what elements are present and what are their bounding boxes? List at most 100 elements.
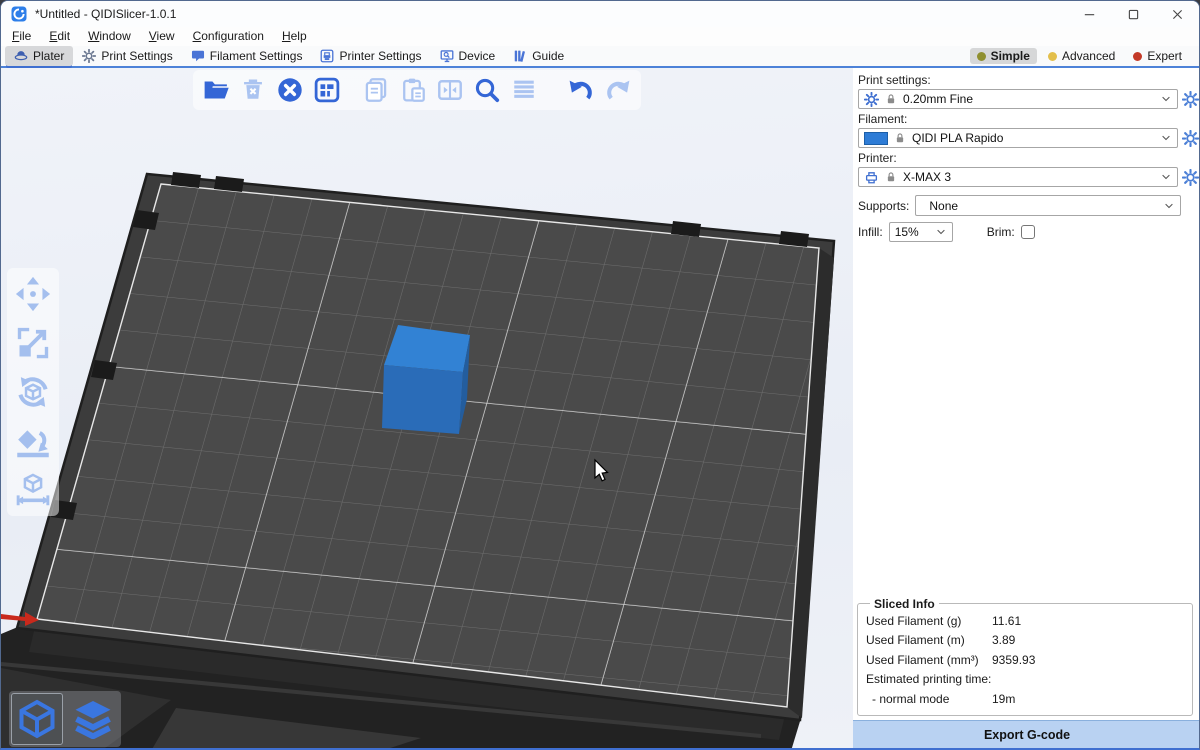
chevron-down-icon	[1160, 132, 1172, 144]
close-button[interactable]	[1155, 1, 1199, 27]
gear-icon	[82, 49, 96, 63]
menu-help[interactable]: Help	[273, 27, 316, 46]
printer-edit-button[interactable]	[1182, 169, 1199, 186]
qidislicer-window: *Untitled - QIDISlicer-1.0.1 File Edit W…	[0, 0, 1200, 750]
supports-select[interactable]: None	[915, 195, 1181, 216]
delete-all-button[interactable]	[276, 76, 304, 104]
printer-select[interactable]: X-MAX 3	[858, 167, 1178, 187]
print-settings-edit-button[interactable]	[1182, 91, 1199, 108]
brim-checkbox[interactable]	[1021, 225, 1035, 239]
rotate-gizmo-button[interactable]	[15, 374, 51, 410]
info-value: 19m	[992, 690, 1015, 710]
search-button[interactable]	[473, 76, 501, 104]
mode-advanced[interactable]: Advanced	[1041, 48, 1122, 64]
tab-label: Plater	[33, 49, 64, 63]
arrange-button[interactable]	[313, 76, 341, 104]
tab-device[interactable]: Device	[431, 46, 505, 66]
info-label: - normal mode	[866, 690, 992, 710]
chevron-down-icon	[1160, 93, 1172, 105]
folder-open-icon	[203, 77, 229, 103]
tab-label: Guide	[532, 49, 564, 63]
model-cube[interactable]	[382, 325, 470, 434]
tab-print-settings[interactable]: Print Settings	[73, 46, 181, 66]
open-button[interactable]	[202, 76, 230, 104]
maximize-icon	[1126, 7, 1141, 22]
gear-icon	[1182, 91, 1199, 108]
info-label: Used Filament (g)	[866, 612, 992, 632]
trash-icon	[240, 77, 266, 103]
preview-view-button[interactable]	[67, 693, 119, 745]
info-row: - normal mode 19m	[866, 690, 1184, 710]
lock-icon	[885, 171, 897, 183]
sliced-info-panel: Sliced Info Used Filament (g) 11.61 Used…	[857, 597, 1193, 717]
menu-configuration[interactable]: Configuration	[184, 27, 273, 46]
tab-label: Device	[459, 49, 496, 63]
print-settings-select[interactable]: 0.20mm Fine	[858, 89, 1178, 109]
info-value: 3.89	[992, 631, 1015, 651]
filament-value: QIDI PLA Rapido	[912, 131, 1003, 145]
paste-button[interactable]	[399, 76, 427, 104]
menu-file[interactable]: File	[3, 27, 40, 46]
lock-icon	[885, 93, 897, 105]
app-logo-icon	[11, 6, 27, 22]
info-value: 9359.93	[992, 651, 1035, 671]
scale-gizmo-button[interactable]	[15, 325, 51, 361]
print-bed	[1, 172, 834, 720]
mode-expert[interactable]: Expert	[1126, 48, 1189, 64]
variable-layer-height-button[interactable]	[510, 76, 538, 104]
printer-settings-icon	[320, 49, 334, 63]
minimize-icon	[1082, 7, 1097, 22]
gear-icon	[864, 92, 879, 107]
copy-button[interactable]	[362, 76, 390, 104]
place-on-face-gizmo-button[interactable]	[15, 423, 51, 459]
mode-label: Simple	[991, 49, 1030, 63]
supports-label: Supports:	[858, 199, 909, 213]
supports-value: None	[921, 199, 958, 213]
sliced-layers-icon	[73, 699, 113, 739]
undo-button[interactable]	[567, 76, 595, 104]
move-arrows-icon	[15, 276, 51, 312]
rotate-icon	[15, 374, 51, 410]
editor-view-button[interactable]	[11, 693, 63, 745]
split-button[interactable]	[436, 76, 464, 104]
chevron-down-icon	[1160, 171, 1172, 183]
measure-gizmo-button[interactable]	[15, 472, 51, 508]
mode-label: Expert	[1147, 49, 1182, 63]
tab-printer-settings[interactable]: Printer Settings	[311, 46, 430, 66]
copy-icon	[363, 77, 389, 103]
scene-canvas	[1, 68, 853, 750]
simple-mode-dot-icon	[977, 52, 986, 61]
expert-mode-dot-icon	[1133, 52, 1142, 61]
delete-button[interactable]	[239, 76, 267, 104]
view-mode-bar	[9, 691, 121, 747]
paste-icon	[400, 77, 426, 103]
lock-icon	[894, 132, 906, 144]
gizmo-toolbar	[7, 268, 59, 516]
export-gcode-button[interactable]: Export G-code	[853, 720, 1200, 748]
info-row: Used Filament (m) 3.89	[866, 631, 1184, 651]
viewport-3d[interactable]	[1, 68, 853, 750]
move-gizmo-button[interactable]	[15, 276, 51, 312]
infill-select[interactable]: 15%	[889, 222, 953, 242]
tab-guide[interactable]: Guide	[504, 46, 573, 66]
redo-button[interactable]	[604, 76, 632, 104]
advanced-mode-dot-icon	[1048, 52, 1057, 61]
minimize-button[interactable]	[1067, 1, 1111, 27]
filament-select[interactable]: QIDI PLA Rapido	[858, 128, 1178, 148]
plater-icon	[14, 49, 28, 63]
menu-view[interactable]: View	[140, 27, 184, 46]
tab-filament-settings[interactable]: Filament Settings	[182, 46, 312, 66]
flatten-icon	[15, 423, 51, 459]
menu-edit[interactable]: Edit	[40, 27, 79, 46]
maximize-button[interactable]	[1111, 1, 1155, 27]
infill-value: 15%	[895, 225, 919, 239]
tab-plater[interactable]: Plater	[5, 46, 73, 66]
infill-label: Infill:	[858, 225, 883, 239]
filament-edit-button[interactable]	[1182, 130, 1199, 147]
layers-lines-icon	[511, 77, 537, 103]
split-window-icon	[437, 77, 463, 103]
plater-toolbar	[193, 70, 641, 110]
menu-window[interactable]: Window	[79, 27, 140, 46]
mode-simple[interactable]: Simple	[970, 48, 1037, 64]
mode-label: Advanced	[1062, 49, 1115, 63]
